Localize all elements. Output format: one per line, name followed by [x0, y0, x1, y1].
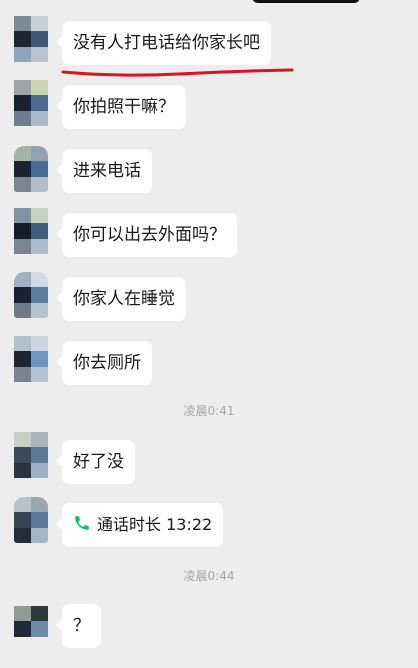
message-bubble[interactable]: 好了没: [56, 440, 135, 484]
message-text: ？: [73, 616, 90, 636]
call-record-bubble[interactable]: 通话时长 13:22: [55, 503, 224, 547]
message-text: 你去厕所: [73, 353, 141, 373]
message-text: 进来电话: [73, 161, 141, 181]
phone-icon: [75, 516, 89, 530]
red-underline-annotation: [61, 68, 294, 77]
avatar[interactable]: [14, 16, 48, 62]
avatar[interactable]: [14, 336, 48, 382]
avatar[interactable]: [14, 606, 48, 652]
avatar[interactable]: [14, 80, 48, 126]
message-text: 你拍照干嘛？: [73, 97, 175, 117]
avatar[interactable]: [14, 432, 48, 478]
message-bubble[interactable]: 你去厕所: [56, 341, 152, 385]
avatar[interactable]: [14, 208, 48, 254]
message-bubble[interactable]: ？: [56, 604, 101, 648]
message-text: 你可以出去外面吗？: [73, 225, 226, 245]
avatar[interactable]: [14, 272, 48, 318]
timestamp: 凌晨0:41: [183, 404, 235, 418]
message-text: 好了没: [73, 452, 124, 472]
avatar[interactable]: [14, 146, 48, 192]
message-bubble[interactable]: 你可以出去外面吗？: [56, 213, 237, 257]
message-bubble[interactable]: 进来电话: [56, 149, 152, 193]
message-bubble[interactable]: 你拍照干嘛？: [56, 85, 186, 129]
status-bar-pill: [252, 0, 360, 3]
message-bubble[interactable]: 没有人打电话给你家长吧: [56, 21, 271, 65]
message-text: 没有人打电话给你家长吧: [73, 33, 260, 53]
timestamp: 凌晨0:44: [183, 569, 235, 583]
message-text: 你家人在睡觉: [73, 289, 175, 309]
message-bubble[interactable]: 你家人在睡觉: [56, 277, 186, 321]
avatar[interactable]: [14, 497, 48, 543]
call-duration-text: 通话时长 13:22: [97, 515, 213, 534]
